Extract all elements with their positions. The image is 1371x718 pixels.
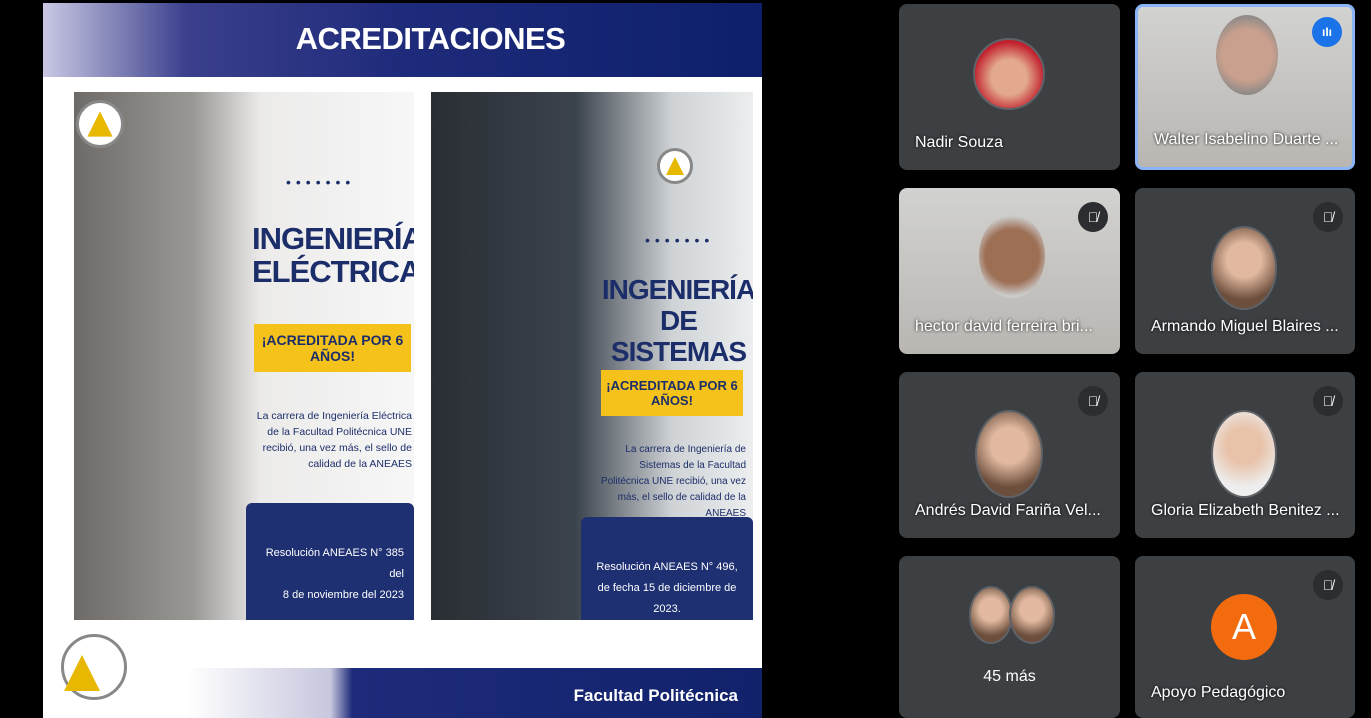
university-seal-icon	[657, 148, 693, 184]
more-participants-count: 45 más	[983, 668, 1036, 685]
panel-title: INGENIERÍA ELÉCTRICA	[252, 221, 414, 289]
slide-footer: Facultad Politécnica	[43, 634, 762, 718]
avatar	[1009, 586, 1055, 644]
participant-tile[interactable]: Nadir Souza	[899, 4, 1120, 170]
university-seal-icon	[76, 100, 124, 148]
panel-ingenieria-electrica: ••••••• INGENIERÍA ELÉCTRICA ¡ACREDITADA …	[74, 92, 414, 620]
mic-off-icon: 🎙̸	[1313, 570, 1343, 600]
participant-tile[interactable]: A 🎙̸ Apoyo Pedagógico	[1135, 556, 1355, 718]
participant-tile[interactable]: 🎙̸ Andrés David Fariña Vel...	[899, 372, 1120, 538]
avatar	[973, 38, 1045, 110]
speaking-indicator-icon: ıIı	[1312, 17, 1342, 47]
participant-tile-speaking[interactable]: ıIı Walter Isabelino Duarte ...	[1135, 4, 1355, 170]
participant-name: Armando Miguel Blaires ...	[1151, 318, 1339, 335]
mic-off-icon: 🎙̸	[1078, 202, 1108, 232]
more-participants-tile[interactable]: 45 más	[899, 556, 1120, 718]
avatar	[1211, 410, 1277, 498]
accreditation-badge: ¡ACREDITADA POR 6 AÑOS!	[601, 370, 743, 416]
avatar	[975, 410, 1043, 498]
panel-ingenieria-sistemas: ••••••• INGENIERÍA DE SISTEMAS ¡ACREDITAD…	[431, 92, 753, 620]
participant-tile[interactable]: 🎙̸ Armando Miguel Blaires ...	[1135, 188, 1355, 354]
participant-name: Nadir Souza	[915, 134, 1004, 151]
participant-name: Apoyo Pedagógico	[1151, 684, 1286, 701]
mic-off-icon: 🎙̸	[1313, 386, 1343, 416]
panel-title: INGENIERÍA DE SISTEMAS	[601, 274, 753, 367]
video-feed	[979, 214, 1045, 298]
dots: •••••••	[286, 174, 356, 190]
mic-off-icon: 🎙̸	[1313, 202, 1343, 232]
resolution-box: Resolución ANEAES N° 385 del 8 de noviemb…	[246, 503, 414, 620]
participant-name: hector david ferreira bri...	[915, 318, 1093, 335]
resolution-box: Resolución ANEAES N° 496, de fecha 15 de …	[581, 517, 753, 620]
avatar	[969, 586, 1013, 644]
dots: •••••••	[645, 232, 715, 248]
avatar-initial: A	[1211, 594, 1277, 660]
description: La carrera de Ingeniería Eléctrica de la…	[256, 410, 412, 470]
footer-label: Facultad Politécnica	[573, 686, 738, 705]
participant-tile[interactable]: 🎙̸ Gloria Elizabeth Benitez ...	[1135, 372, 1355, 538]
presentation-slide: ACREDITACIONES ••••••• INGENIERÍA ELÉCTRI…	[43, 3, 762, 718]
avatar	[1211, 226, 1277, 310]
video-feed	[1216, 15, 1278, 95]
slide-title: ACREDITACIONES	[295, 21, 566, 56]
accreditation-badge: ¡ACREDITADA POR 6 AÑOS!	[254, 324, 411, 372]
description: La carrera de Ingeniería de Sistemas de …	[600, 444, 746, 519]
mic-off-icon: 🎙̸	[1078, 386, 1108, 416]
participant-name: Walter Isabelino Duarte ...	[1154, 131, 1339, 148]
slide-header: ACREDITACIONES	[43, 3, 762, 77]
participant-tile[interactable]: 🎙̸ hector david ferreira bri...	[899, 188, 1120, 354]
participant-name: Andrés David Fariña Vel...	[915, 502, 1101, 519]
participant-name: Gloria Elizabeth Benitez ...	[1151, 502, 1340, 519]
university-logo-icon	[61, 634, 127, 700]
